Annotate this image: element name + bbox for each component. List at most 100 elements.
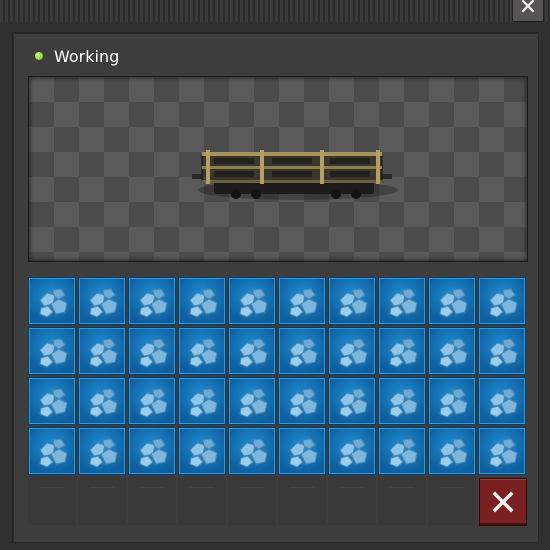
inventory-slot[interactable]: [428, 427, 476, 475]
iron-ore-icon: [439, 438, 468, 468]
inventory-slot[interactable]: [378, 427, 426, 475]
inventory-slot[interactable]: [278, 427, 326, 475]
inventory-slot[interactable]: [178, 427, 226, 475]
inventory-grid: [28, 277, 528, 525]
iron-ore-icon: [489, 388, 518, 418]
iron-ore-icon: [39, 388, 68, 418]
iron-ore-icon: [339, 338, 368, 368]
iron-ore-icon: [389, 388, 418, 418]
inventory-slot[interactable]: [478, 377, 526, 425]
iron-ore-icon: [239, 338, 268, 368]
iron-ore-icon: [239, 438, 268, 468]
empty-inventory-slot[interactable]: [28, 477, 76, 525]
iron-ore-icon: [339, 388, 368, 418]
empty-inventory-slot[interactable]: [278, 477, 326, 525]
inventory-slot[interactable]: [378, 277, 426, 325]
empty-inventory-slot[interactable]: [378, 477, 426, 525]
inventory-slot[interactable]: [178, 277, 226, 325]
inventory-slot[interactable]: [428, 377, 476, 425]
inventory-slot[interactable]: [128, 427, 176, 475]
inventory-slot[interactable]: [28, 327, 76, 375]
close-icon: [492, 491, 514, 513]
inventory-slot[interactable]: [328, 277, 376, 325]
close-icon: ✕: [518, 0, 538, 20]
empty-inventory-slot[interactable]: [428, 477, 476, 525]
status-row: Working: [22, 44, 119, 68]
iron-ore-icon: [89, 438, 118, 468]
inventory-slot[interactable]: [178, 377, 226, 425]
iron-ore-icon: [439, 338, 468, 368]
inventory-slot[interactable]: [428, 277, 476, 325]
iron-ore-icon: [89, 288, 118, 318]
empty-inventory-slot[interactable]: [328, 477, 376, 525]
inventory-slot[interactable]: [78, 327, 126, 375]
inventory-slot[interactable]: [228, 277, 276, 325]
empty-inventory-slot[interactable]: [128, 477, 176, 525]
iron-ore-icon: [289, 438, 318, 468]
iron-ore-icon: [239, 388, 268, 418]
inventory-slot[interactable]: [128, 377, 176, 425]
inventory-slot[interactable]: [278, 327, 326, 375]
iron-ore-icon: [239, 288, 268, 318]
iron-ore-icon: [389, 438, 418, 468]
iron-ore-icon: [139, 438, 168, 468]
status-indicator-icon: [35, 52, 43, 60]
inventory-slot[interactable]: [28, 427, 76, 475]
inventory-slot[interactable]: [478, 427, 526, 475]
inventory-slot[interactable]: [328, 377, 376, 425]
inventory-slot[interactable]: [378, 377, 426, 425]
cargo-wagon-icon: [192, 150, 398, 200]
iron-ore-icon: [39, 288, 68, 318]
window-titlebar[interactable]: [0, 0, 550, 22]
inventory-slot[interactable]: [28, 377, 76, 425]
iron-ore-icon: [439, 388, 468, 418]
iron-ore-icon: [139, 288, 168, 318]
iron-ore-icon: [89, 388, 118, 418]
window-close-button[interactable]: ✕: [512, 0, 544, 22]
iron-ore-icon: [189, 438, 218, 468]
inventory-slot[interactable]: [278, 377, 326, 425]
iron-ore-icon: [139, 338, 168, 368]
iron-ore-icon: [489, 338, 518, 368]
status-text: Working: [54, 46, 120, 66]
inventory-slot[interactable]: [378, 327, 426, 375]
inventory-slot[interactable]: [78, 277, 126, 325]
inventory-slot[interactable]: [328, 427, 376, 475]
iron-ore-icon: [39, 438, 68, 468]
iron-ore-icon: [139, 388, 168, 418]
iron-ore-icon: [439, 288, 468, 318]
iron-ore-icon: [189, 388, 218, 418]
iron-ore-icon: [339, 438, 368, 468]
iron-ore-icon: [389, 338, 418, 368]
iron-ore-icon: [489, 438, 518, 468]
inventory-slot[interactable]: [128, 277, 176, 325]
iron-ore-icon: [89, 338, 118, 368]
empty-inventory-slot[interactable]: [78, 477, 126, 525]
inventory-slot[interactable]: [478, 327, 526, 375]
inventory-slot[interactable]: [178, 327, 226, 375]
empty-inventory-slot[interactable]: [178, 477, 226, 525]
inventory-slot[interactable]: [28, 277, 76, 325]
empty-inventory-slot[interactable]: [228, 477, 276, 525]
iron-ore-icon: [289, 338, 318, 368]
inventory-slot[interactable]: [228, 377, 276, 425]
inventory-slot[interactable]: [478, 277, 526, 325]
inventory-slot[interactable]: [78, 377, 126, 425]
inventory-slot[interactable]: [128, 327, 176, 375]
iron-ore-icon: [189, 288, 218, 318]
inventory-slot[interactable]: [428, 327, 476, 375]
inventory-slot[interactable]: [228, 327, 276, 375]
inventory-slot[interactable]: [78, 427, 126, 475]
iron-ore-icon: [289, 288, 318, 318]
iron-ore-icon: [39, 338, 68, 368]
iron-ore-icon: [489, 288, 518, 318]
entity-preview: [28, 76, 528, 262]
inventory-slot[interactable]: [278, 277, 326, 325]
iron-ore-icon: [339, 288, 368, 318]
delete-button[interactable]: [479, 478, 527, 526]
iron-ore-icon: [189, 338, 218, 368]
inventory-slot[interactable]: [328, 327, 376, 375]
iron-ore-icon: [389, 288, 418, 318]
inventory-slot[interactable]: [228, 427, 276, 475]
iron-ore-icon: [289, 388, 318, 418]
